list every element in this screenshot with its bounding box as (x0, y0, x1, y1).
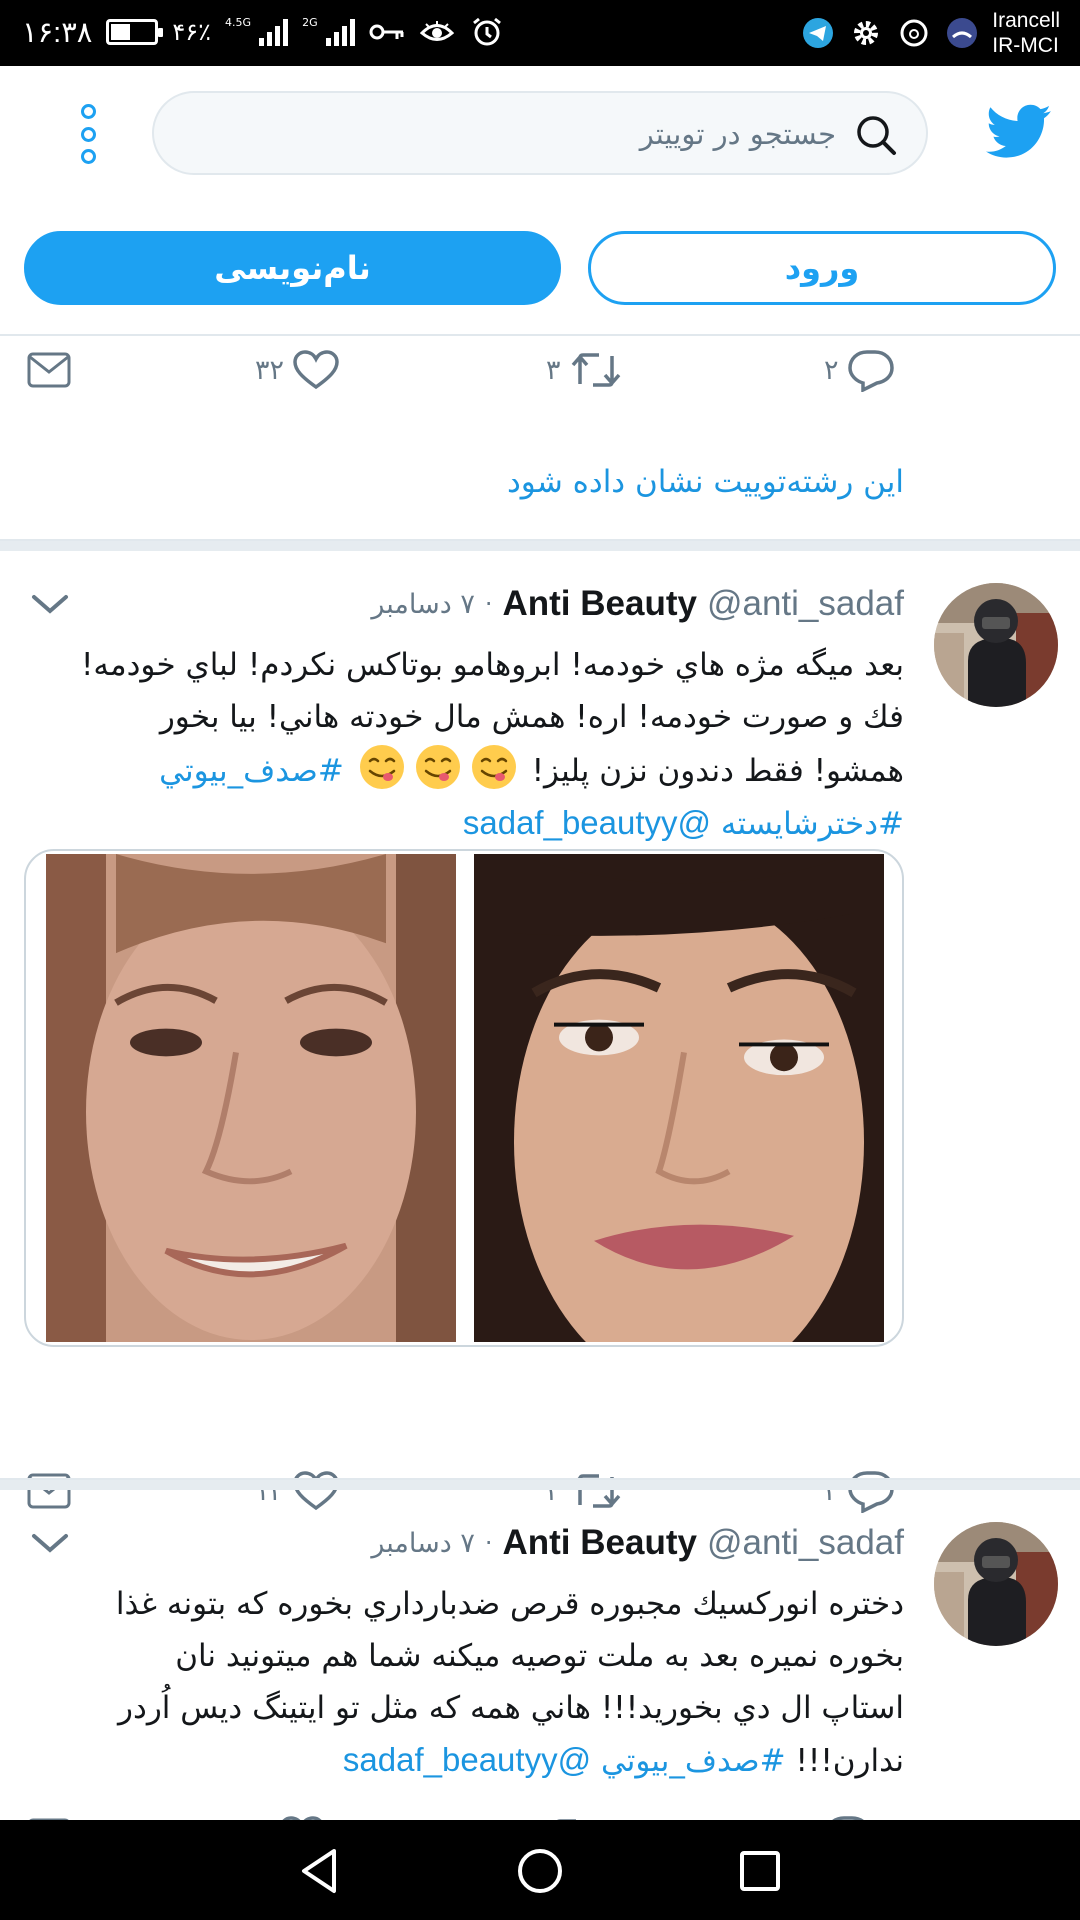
tweet-text-line: ندارن!!! (795, 1743, 904, 1779)
status-left: ۱۶:۳۸ ۴۶٪ 4.5G 2G (22, 12, 505, 52)
number-5-icon (896, 15, 932, 51)
carrier-name: Irancell (992, 9, 1060, 32)
key-icon (369, 14, 405, 50)
tweet-header: ۷ دسامبر · Anti Beauty @anti_sadaf (371, 581, 904, 627)
tweet-divider (0, 539, 1080, 551)
reply-count: ۲ (824, 354, 839, 386)
chevron-down-icon[interactable] (30, 589, 70, 619)
tweet-text-line: استاپ ال دي بخوريد!!! هاني همه كه مثل تو… (118, 1690, 904, 1726)
heart-icon (293, 350, 339, 390)
signup-button[interactable]: نام‌نویسی (24, 231, 561, 305)
tweet-header: ۷ دسامبر · Anti Beauty @anti_sadaf (371, 1520, 904, 1566)
emoji-row (354, 745, 522, 789)
status-right: Irancell IR-MCI (800, 6, 1060, 60)
tweet-feed[interactable]: ۳۲ ۳ ۲ این رشته‌توییت نشان داده شود (0, 336, 1080, 1820)
tweet-actions: ۴ (0, 1806, 1080, 1820)
tweet-media[interactable] (24, 849, 904, 1347)
app-header: نام‌نویسی ورود (0, 66, 1080, 336)
separator-dot: · (484, 1529, 493, 1557)
show-thread-link[interactable]: این رشته‌توییت نشان داده شود (507, 464, 904, 500)
tweet-text-line: همشو! فقط دندون نزن پليز! (531, 753, 904, 789)
alarm-icon (469, 14, 505, 50)
battery-percent: ۴۶٪ (172, 18, 212, 46)
mention-link[interactable]: @sadaf_beautyy (343, 1741, 591, 1778)
signal-icon-2 (325, 18, 355, 46)
tweet-text-line: همشو! فقط دندون نزن پليز! #صدف_بيوتي (64, 743, 904, 797)
carrier-name-2: IR-MCI (992, 34, 1059, 57)
tweet-text-line: #دخترشايسته @sadaf_beautyy (64, 797, 904, 850)
network-type-label: 4.5G (225, 15, 252, 29)
tweet-actions: ۳۲ ۳ ۲ (0, 340, 1080, 400)
status-bar: ۱۶:۳۸ ۴۶٪ 4.5G 2G Irancell IR-MCI (0, 0, 1080, 66)
status-time: ۱۶:۳۸ (22, 16, 93, 49)
tweet[interactable]: ۷ دسامبر · Anti Beauty @anti_sadaf دختره… (0, 1490, 1080, 1820)
tweet-divider (0, 1478, 1080, 1490)
author-name[interactable]: Anti Beauty (502, 584, 696, 624)
before-photo-image (46, 854, 456, 1342)
search-input[interactable] (184, 107, 836, 161)
yum-emoji-icon (415, 745, 460, 789)
tweet-text-line: بخوره نميره بعد به ملت توصيه ميكنه شما ه… (175, 1638, 904, 1674)
signal-icon (259, 18, 289, 46)
author-name[interactable]: Anti Beauty (502, 1523, 696, 1563)
avatar-image (934, 583, 1058, 707)
reply-icon (847, 350, 894, 392)
reply-button[interactable]: ۲ (824, 340, 895, 400)
search-icon[interactable] (854, 113, 898, 157)
retweet-button[interactable] (546, 1806, 600, 1820)
like-button[interactable]: ۴ (255, 1806, 326, 1820)
before-photo[interactable] (46, 854, 456, 1342)
tweet-time[interactable]: ۷ دسامبر (371, 1528, 474, 1559)
yum-emoji-icon (359, 745, 404, 789)
home-icon[interactable] (514, 1845, 566, 1897)
chevron-down-icon[interactable] (30, 1528, 70, 1558)
tweet-text-line: دختره انوركسيك مجبوره قرص ضدبارداري بخور… (115, 1586, 904, 1622)
telegram-icon (800, 15, 836, 51)
author-handle[interactable]: @anti_sadaf (707, 1523, 904, 1563)
hashtag-link[interactable]: #صدف_بيوتي (601, 1743, 786, 1779)
back-icon[interactable] (294, 1845, 346, 1897)
eye-icon (419, 14, 455, 50)
hashtag-link[interactable]: #صدف_بيوتي (159, 753, 344, 789)
tweet-text: بعد ميگه مژه هاي خودمه! ابروهامو بوتاكس … (64, 639, 904, 850)
yum-emoji-icon (471, 745, 516, 789)
like-count: ۳۲ (255, 354, 285, 386)
separator-dot: · (484, 590, 493, 618)
more-menu-icon[interactable] (78, 104, 98, 164)
app-icon (944, 15, 980, 51)
tweet-text-line: فك و صورت خودمه! اره! همش مال خودته هاني… (159, 699, 904, 735)
avatar-image (934, 1522, 1058, 1646)
twitter-logo-icon[interactable] (986, 104, 1052, 160)
avatar[interactable] (934, 583, 1058, 707)
retweet-icon (571, 353, 620, 387)
battery-icon (106, 19, 164, 45)
battery-fill (111, 24, 131, 40)
tweet-text-line: ندارن!!! #صدف_بيوتي @sadaf_beautyy (64, 1734, 904, 1787)
author-handle[interactable]: @anti_sadaf (707, 584, 904, 624)
tweet[interactable]: ۷ دسامبر · Anti Beauty @anti_sadaf بعد م… (0, 551, 1080, 1559)
tweet-text: دختره انوركسيك مجبوره قرص ضدبارداري بخور… (64, 1578, 904, 1787)
reply-button[interactable] (824, 1806, 872, 1820)
tweet-time[interactable]: ۷ دسامبر (371, 589, 474, 620)
login-button[interactable]: ورود (588, 231, 1056, 305)
share-dm-button[interactable] (26, 340, 72, 400)
mention-link[interactable]: @sadaf_beautyy (463, 804, 711, 841)
mail-icon (27, 352, 71, 388)
share-dm-button[interactable] (26, 1806, 72, 1820)
avatar[interactable] (934, 1522, 1058, 1646)
network-type-label-2: 2G (302, 15, 318, 29)
retweet-count: ۳ (546, 354, 561, 386)
retweet-button[interactable]: ۳ (546, 340, 623, 400)
after-photo-image (474, 854, 884, 1342)
gear-icon (848, 15, 884, 51)
tweet-text-line: بعد ميگه مژه هاي خودمه! ابروهامو بوتاكس … (80, 647, 904, 683)
search-box[interactable] (152, 91, 928, 175)
after-photo[interactable] (474, 854, 884, 1342)
like-button[interactable]: ۳۲ (255, 340, 340, 400)
carrier-info: Irancell IR-MCI (992, 8, 1060, 58)
recent-apps-icon[interactable] (734, 1845, 786, 1897)
hashtag-link[interactable]: #دخترشايسته (721, 806, 904, 842)
navigation-bar (0, 1820, 1080, 1920)
